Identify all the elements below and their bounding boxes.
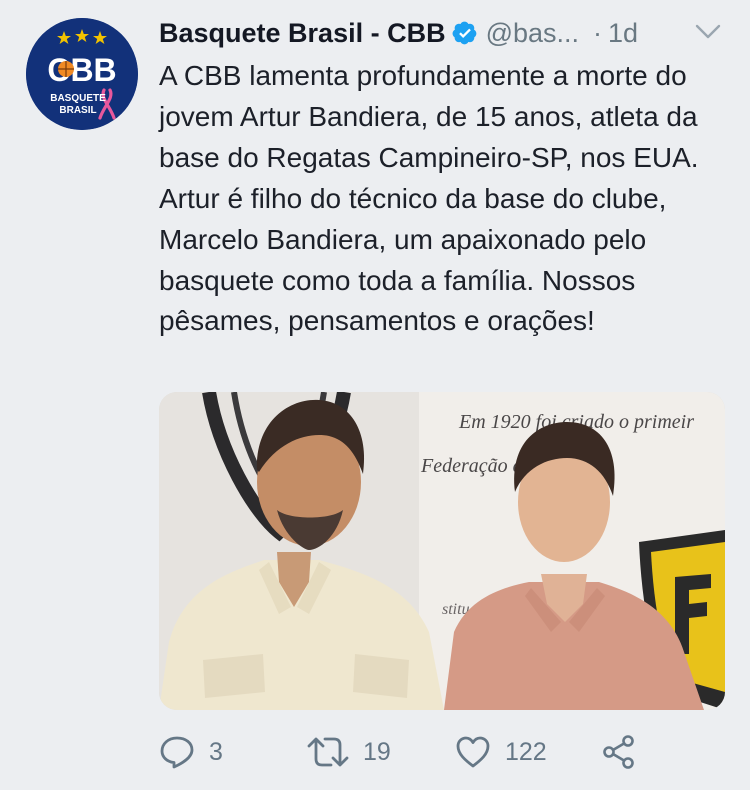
tweet-text: A CBB lamenta profundamente a morte do j…: [159, 60, 699, 337]
tweet-header: Basquete Brasil - CBB @bas... · 1d: [159, 14, 638, 52]
heart-icon: [456, 736, 490, 768]
chevron-down-icon[interactable]: [694, 22, 722, 42]
reply-count: 3: [209, 737, 223, 766]
photo-illustration: Em 1920 foi criado o primeir Federação d…: [159, 392, 725, 710]
logo-line2: BRASIL: [59, 105, 96, 116]
retweet-count: 19: [363, 737, 391, 766]
like-button[interactable]: 122: [455, 730, 547, 774]
cbb-logo: CBB BASQUETE BRASIL: [26, 18, 138, 130]
meta-separator: ·: [593, 17, 603, 48]
author-name[interactable]: Basquete Brasil - CBB: [159, 18, 446, 49]
tweet-actions: 3 19 122: [159, 730, 659, 774]
author-avatar[interactable]: CBB BASQUETE BRASIL: [26, 18, 138, 130]
retweet-icon: [307, 737, 349, 767]
reply-icon: [160, 736, 194, 769]
like-count: 122: [505, 737, 547, 766]
share-icon: [603, 735, 634, 769]
reply-button[interactable]: 3: [159, 730, 223, 774]
tweet-photo[interactable]: Em 1920 foi criado o primeir Federação d…: [159, 392, 725, 710]
share-button[interactable]: [601, 730, 637, 774]
logo-text: CBB: [47, 52, 116, 88]
tweet[interactable]: CBB BASQUETE BRASIL Basquete Brasil - CB…: [0, 0, 750, 790]
verified-badge-icon: [452, 20, 478, 46]
logo-line1: BASQUETE: [50, 93, 106, 104]
author-handle[interactable]: @bas...: [486, 18, 579, 49]
retweet-button[interactable]: 19: [307, 730, 391, 774]
tweet-timestamp[interactable]: 1d: [608, 18, 638, 49]
